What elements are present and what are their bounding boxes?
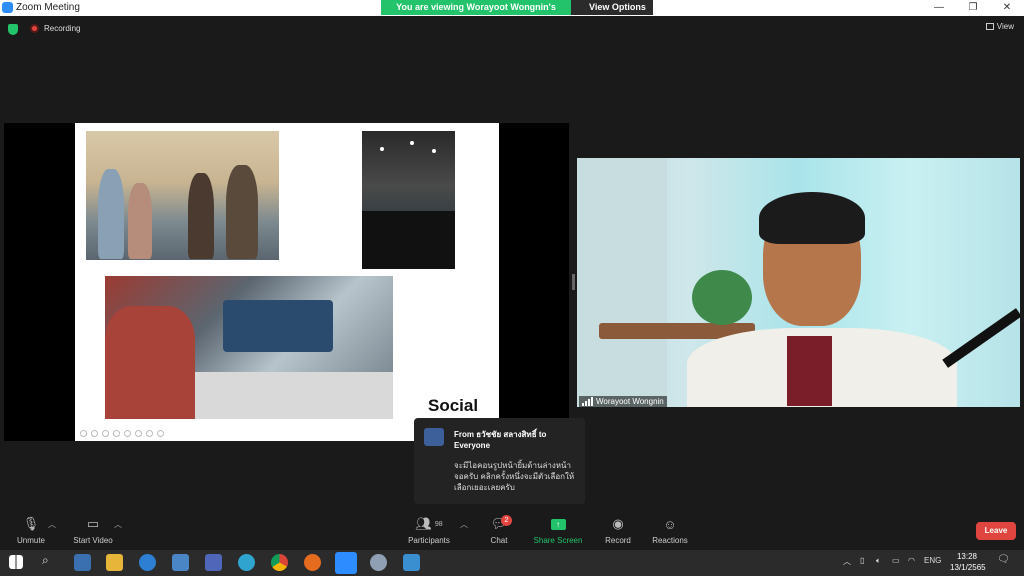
chat-notification[interactable]: From ธวัชชัย สลางสิทธิ์ to Everyone จะมี… bbox=[414, 418, 585, 504]
audio-options-chevron-icon[interactable]: ︿ bbox=[48, 519, 56, 530]
photos-app-icon[interactable] bbox=[403, 554, 420, 571]
battery-icon[interactable]: ▭ bbox=[892, 556, 900, 565]
taskbar-app-icon[interactable] bbox=[74, 554, 91, 571]
reactions-button[interactable]: ☺ Reactions bbox=[650, 516, 690, 546]
record-label: Record bbox=[605, 536, 631, 545]
app-title: Zoom Meeting bbox=[2, 2, 80, 13]
video-hair bbox=[759, 192, 865, 244]
sender-avatar bbox=[424, 428, 444, 446]
start-video-label: Start Video bbox=[73, 536, 113, 545]
participant-video[interactable] bbox=[577, 158, 1020, 407]
chat-label: Chat bbox=[490, 536, 508, 545]
slide-control-dot[interactable] bbox=[102, 430, 109, 437]
chat-message: จะมีไอคอนรูปหน้ายิ้มด้านล่างหน้าจอครับ ค… bbox=[454, 461, 575, 492]
clock-date: 13/1/2565 bbox=[950, 563, 986, 572]
slide-control-dot[interactable] bbox=[91, 430, 98, 437]
signal-strength-icon bbox=[582, 397, 593, 406]
slide-controls bbox=[80, 430, 164, 437]
view-button[interactable]: View bbox=[985, 22, 1014, 31]
camera-off-icon: ▭ bbox=[86, 516, 100, 531]
slide-control-dot[interactable] bbox=[113, 430, 120, 437]
recording-label: Recording bbox=[44, 24, 81, 33]
restore-button[interactable]: ❐ bbox=[956, 0, 990, 16]
slide-photo-friends bbox=[86, 131, 279, 260]
clock-time: 13:28 bbox=[956, 552, 978, 561]
screen-share-banner: You are viewing Worayoot Wongnin's scree… bbox=[381, 0, 653, 22]
meeting-info-bar bbox=[0, 16, 1024, 42]
view-options-button[interactable]: View Options ⌄ bbox=[571, 0, 653, 22]
video-background-wall bbox=[577, 158, 667, 407]
security-shield-icon[interactable] bbox=[8, 24, 18, 35]
participants-icon: 👥︎ 98 bbox=[415, 516, 443, 531]
reactions-label: Reactions bbox=[652, 536, 688, 545]
window-title: Zoom Meeting bbox=[16, 2, 80, 13]
taskbar-app-icon[interactable] bbox=[205, 554, 222, 571]
file-explorer-icon[interactable] bbox=[106, 554, 123, 571]
tray-device-icon[interactable]: ▯ bbox=[860, 556, 864, 565]
input-language[interactable]: ENG bbox=[924, 556, 941, 565]
search-icon[interactable]: ⌕ bbox=[42, 553, 49, 568]
edge-browser-icon[interactable] bbox=[238, 554, 255, 571]
leave-button[interactable]: Leave bbox=[976, 522, 1016, 540]
slide-control-dot[interactable] bbox=[124, 430, 131, 437]
participants-count: 98 bbox=[434, 520, 443, 528]
slide-control-dot[interactable] bbox=[157, 430, 164, 437]
video-plant bbox=[692, 270, 752, 325]
chat-unread-badge: 2 bbox=[501, 515, 512, 526]
slide-caption: Social bbox=[428, 396, 479, 415]
slide-control-dot[interactable] bbox=[80, 430, 87, 437]
start-video-button[interactable]: ▭ Start Video bbox=[70, 516, 116, 545]
share-screen-button[interactable]: ↑ Share Screen bbox=[532, 516, 584, 545]
video-mic-arm bbox=[942, 308, 1020, 368]
microphone-muted-icon: 🎙︎ bbox=[22, 516, 40, 531]
video-options-chevron-icon[interactable]: ︿ bbox=[114, 519, 122, 530]
internet-explorer-icon[interactable] bbox=[139, 554, 156, 571]
chat-sender: From ธวัชชัย สลางสิทธิ์ to Everyone bbox=[454, 430, 547, 450]
slide-control-dot[interactable] bbox=[146, 430, 153, 437]
wifi-icon[interactable]: ◠ bbox=[908, 556, 915, 565]
window-controls: — ❐ ✕ bbox=[922, 0, 1024, 16]
zoom-taskbar-icon[interactable] bbox=[335, 552, 357, 574]
emoji-reaction-icon: ☺ bbox=[663, 516, 677, 532]
windows-start-icon[interactable] bbox=[9, 555, 23, 569]
tray-overflow-chevron-icon[interactable]: ︿ bbox=[843, 556, 851, 567]
slide-photo-concert bbox=[362, 131, 455, 269]
participant-name: Worayoot Wongnin bbox=[596, 397, 664, 406]
taskbar-clock[interactable]: 13:28 13/1/2565 bbox=[950, 551, 986, 573]
taskbar-app-icon[interactable] bbox=[304, 554, 321, 571]
participants-button[interactable]: 👥︎ 98 Participants bbox=[404, 516, 454, 545]
chrome-icon[interactable] bbox=[271, 554, 288, 571]
participant-name-tag: Worayoot Wongnin bbox=[579, 396, 667, 407]
participants-label: Participants bbox=[408, 536, 450, 545]
slide-photo-vr-room bbox=[105, 276, 393, 419]
view-label: View bbox=[996, 22, 1014, 31]
unmute-button[interactable]: 🎙︎ Unmute bbox=[14, 516, 48, 545]
recording-indicator[interactable]: Recording bbox=[30, 24, 80, 33]
viewing-screen-label: You are viewing Worayoot Wongnin's scree… bbox=[381, 0, 571, 22]
volume-muted-icon[interactable]: 🔈︎ bbox=[876, 556, 881, 566]
slide-control-dot[interactable] bbox=[135, 430, 142, 437]
minimize-button[interactable]: — bbox=[922, 0, 956, 16]
video-collar bbox=[787, 336, 832, 406]
participants-options-chevron-icon[interactable]: ︿ bbox=[460, 519, 468, 530]
share-screen-label: Share Screen bbox=[533, 536, 583, 545]
record-button[interactable]: ◉ Record bbox=[602, 516, 634, 545]
notification-center-icon[interactable]: 🗨︎ bbox=[997, 554, 1010, 565]
zoom-logo-icon bbox=[2, 2, 13, 13]
taskbar-app-icon[interactable] bbox=[370, 554, 387, 571]
unmute-label: Unmute bbox=[16, 536, 45, 545]
close-button[interactable]: ✕ bbox=[990, 0, 1024, 16]
record-dot-icon bbox=[30, 24, 39, 33]
record-icon: ◉ bbox=[612, 516, 624, 531]
split-view-handle[interactable] bbox=[572, 274, 575, 290]
grid-view-icon bbox=[985, 23, 994, 30]
share-screen-icon: ↑ bbox=[532, 516, 584, 532]
taskbar-app-icon[interactable] bbox=[172, 554, 189, 571]
